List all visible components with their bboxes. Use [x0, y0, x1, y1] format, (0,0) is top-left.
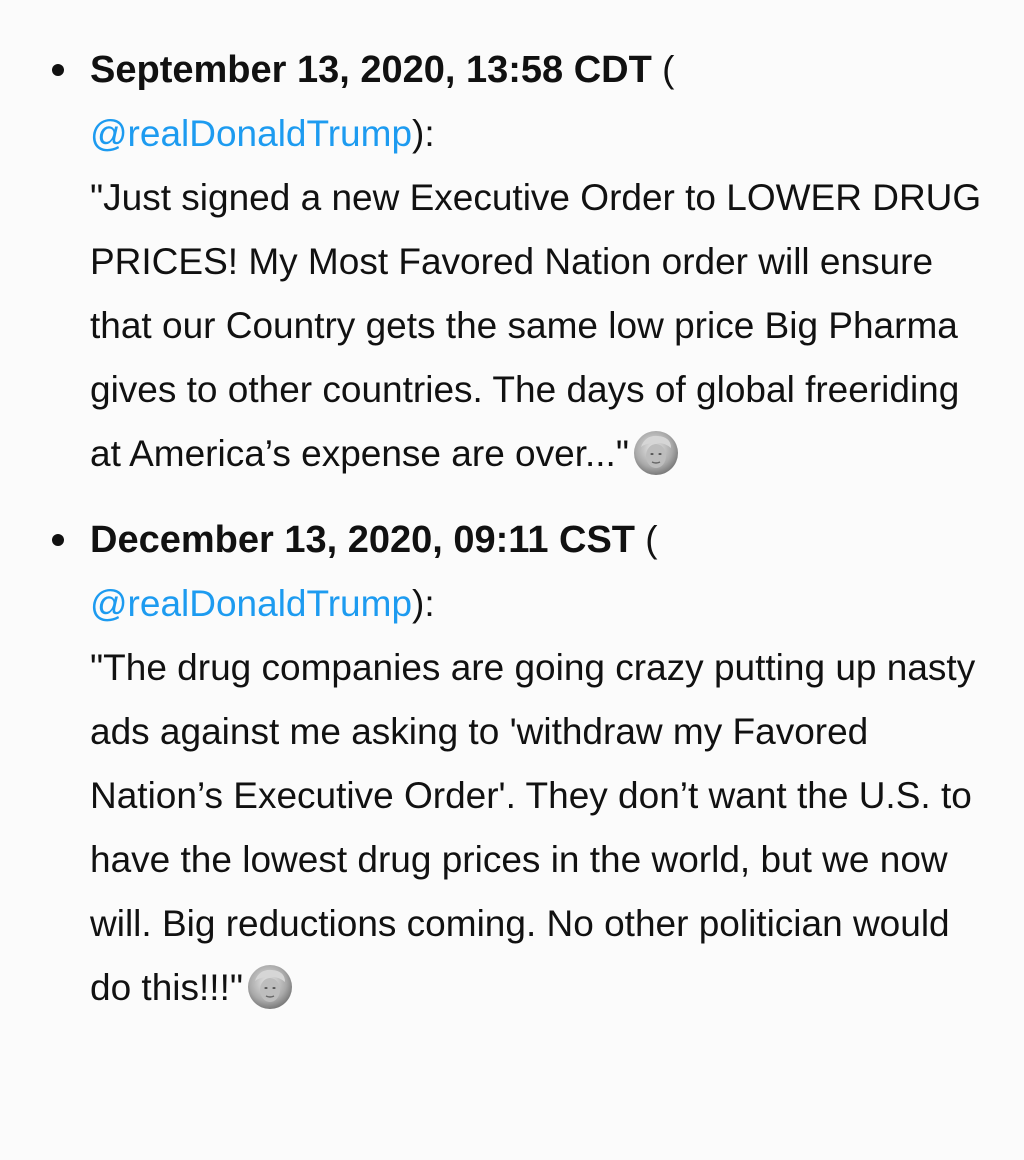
- tweet-quote: "The drug companies are going crazy putt…: [90, 636, 984, 1020]
- profile-avatar-icon: [633, 430, 679, 476]
- tweet-list-item: September 13, 2020, 13:58 CDT ( @realDon…: [0, 38, 1024, 486]
- close-paren: ):: [412, 113, 435, 154]
- bullet-point: [52, 64, 64, 76]
- profile-avatar-icon: [247, 964, 293, 1010]
- bullet-point: [52, 534, 64, 546]
- open-paren: (: [635, 519, 658, 560]
- tweet-list: September 13, 2020, 13:58 CDT ( @realDon…: [0, 0, 1024, 1020]
- tweet-quote-text: "The drug companies are going crazy putt…: [90, 647, 976, 1008]
- tweet-timestamp: September 13, 2020, 13:58 CDT: [90, 49, 652, 91]
- author-handle-link[interactable]: @realDonaldTrump: [90, 113, 412, 154]
- tweet-quote-text: "Just signed a new Executive Order to LO…: [90, 177, 982, 474]
- tweet-timestamp: December 13, 2020, 09:11 CST: [90, 519, 636, 561]
- open-paren: (: [651, 49, 675, 90]
- tweet-list-item: December 13, 2020, 09:11 CST ( @realDona…: [0, 508, 1024, 1020]
- close-paren: ):: [412, 583, 435, 624]
- tweet-quote: "Just signed a new Executive Order to LO…: [90, 166, 984, 486]
- author-handle-link[interactable]: @realDonaldTrump: [90, 583, 412, 624]
